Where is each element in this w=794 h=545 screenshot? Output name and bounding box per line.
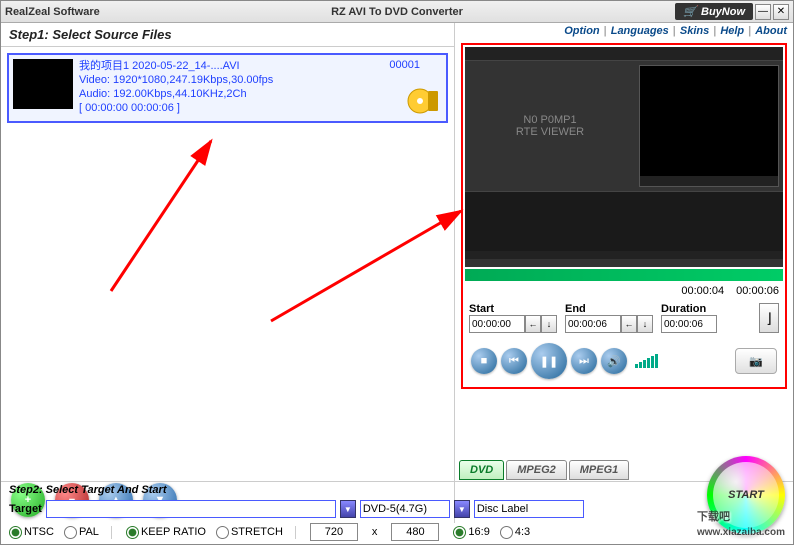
pause-icon: ❚❚ bbox=[540, 355, 558, 368]
minimize-button[interactable]: — bbox=[755, 4, 771, 20]
camera-icon: 📷 bbox=[749, 355, 763, 368]
height-input[interactable] bbox=[391, 523, 439, 541]
preview-left-pane: N0 P0MP1 RTE VIEWER bbox=[465, 61, 635, 191]
duration-label: Duration bbox=[661, 303, 717, 315]
stop-icon: ■ bbox=[481, 355, 488, 367]
snapshot-button[interactable]: 📷 bbox=[735, 348, 777, 374]
tab-dvd[interactable]: DVD bbox=[459, 460, 504, 480]
disc-type-select[interactable] bbox=[360, 500, 450, 518]
start-label: Start bbox=[469, 303, 557, 315]
volume-button[interactable]: 🔊 bbox=[601, 348, 627, 374]
step2-header: Step2: Select Target And Start bbox=[9, 484, 167, 496]
tab-mpeg1[interactable]: MPEG1 bbox=[569, 460, 630, 480]
tab-mpeg2[interactable]: MPEG2 bbox=[506, 460, 567, 480]
prev-frame-button[interactable]: ⏮ bbox=[501, 348, 527, 374]
disc-type-dropdown-button[interactable]: ▼ bbox=[454, 500, 470, 518]
preview-panel: N0 P0MP1 RTE VIEWER 00:00:04 00:00:06 St… bbox=[461, 43, 787, 389]
source-video-info: Video: 1920*1080,247.19Kbps,30.00fps bbox=[79, 73, 273, 87]
start-button[interactable]: START bbox=[707, 456, 785, 534]
menu-bar: Option| Languages| Skins| Help| About bbox=[564, 25, 787, 37]
start-label: START bbox=[728, 489, 764, 501]
source-time-info: [ 00:00:00 00:00:06 ] bbox=[79, 101, 273, 115]
width-input[interactable] bbox=[310, 523, 358, 541]
menu-option[interactable]: Option bbox=[564, 25, 599, 37]
close-button[interactable]: ✕ bbox=[773, 4, 789, 20]
source-info: 我的项目1 2020-05-22_14-....AVI Video: 1920*… bbox=[79, 59, 273, 117]
aspect-169-radio[interactable]: 16:9 bbox=[453, 526, 489, 539]
cart-icon: 🛒 bbox=[683, 5, 697, 18]
preview-video[interactable]: N0 P0MP1 RTE VIEWER bbox=[465, 47, 783, 267]
stop-button[interactable]: ■ bbox=[471, 348, 497, 374]
preview-hint-2: RTE VIEWER bbox=[516, 126, 584, 138]
end-next-button[interactable]: ↓ bbox=[637, 315, 653, 333]
set-range-button[interactable]: ⌋ bbox=[759, 303, 779, 333]
brand-label: RealZeal Software bbox=[5, 6, 100, 18]
next-frame-button[interactable]: ⏭ bbox=[571, 348, 597, 374]
time-current: 00:00:04 bbox=[681, 285, 724, 297]
duration-input[interactable] bbox=[661, 315, 717, 333]
target-dropdown-button[interactable]: ▼ bbox=[340, 500, 356, 518]
time-total: 00:00:06 bbox=[736, 285, 779, 297]
step1-header: Step1: Select Source Files bbox=[1, 23, 454, 47]
buy-now-button[interactable]: 🛒 BuyNow bbox=[675, 3, 753, 20]
source-filename: 我的项目1 2020-05-22_14-....AVI bbox=[79, 59, 273, 73]
speaker-icon: 🔊 bbox=[607, 355, 621, 368]
preview-right-pane bbox=[639, 65, 779, 187]
source-index: 00001 bbox=[389, 59, 420, 71]
stretch-radio[interactable]: STRETCH bbox=[216, 526, 283, 539]
menu-languages[interactable]: Languages bbox=[611, 25, 669, 37]
end-label: End bbox=[565, 303, 653, 315]
start-time-input[interactable] bbox=[469, 315, 525, 333]
dvd-icon bbox=[406, 85, 442, 117]
source-list[interactable]: 我的项目1 2020-05-22_14-....AVI Video: 1920*… bbox=[1, 47, 454, 477]
play-pause-button[interactable]: ❚❚ bbox=[531, 343, 567, 379]
source-audio-info: Audio: 192.00Kbps,44.10KHz,2Ch bbox=[79, 87, 273, 101]
progress-bar[interactable] bbox=[465, 269, 783, 281]
preview-hint-1: N0 P0MP1 bbox=[516, 114, 584, 126]
target-input[interactable] bbox=[46, 500, 336, 518]
app-title: RZ AVI To DVD Converter bbox=[331, 6, 463, 18]
skip-forward-icon: ⏭ bbox=[579, 355, 589, 368]
disc-label-input[interactable] bbox=[474, 500, 584, 518]
ntsc-radio[interactable]: NTSC bbox=[9, 526, 54, 539]
skip-back-icon: ⏮ bbox=[509, 355, 519, 368]
end-time-input[interactable] bbox=[565, 315, 621, 333]
target-label: Target bbox=[9, 503, 42, 515]
menu-help[interactable]: Help bbox=[720, 25, 744, 37]
start-prev-button[interactable]: ← bbox=[525, 315, 541, 333]
aspect-43-radio[interactable]: 4:3 bbox=[500, 526, 530, 539]
menu-skins[interactable]: Skins bbox=[680, 25, 709, 37]
end-prev-button[interactable]: ← bbox=[621, 315, 637, 333]
keep-ratio-radio[interactable]: KEEP RATIO bbox=[126, 526, 206, 539]
preview-timeline-area bbox=[465, 191, 783, 251]
source-thumbnail bbox=[13, 59, 73, 109]
pal-radio[interactable]: PAL bbox=[64, 526, 99, 539]
buy-now-label: BuyNow bbox=[701, 6, 745, 18]
start-next-button[interactable]: ↓ bbox=[541, 315, 557, 333]
volume-level[interactable] bbox=[635, 354, 658, 368]
x-label: x bbox=[372, 526, 378, 538]
source-item[interactable]: 我的项目1 2020-05-22_14-....AVI Video: 1920*… bbox=[7, 53, 448, 123]
menu-about[interactable]: About bbox=[755, 25, 787, 37]
